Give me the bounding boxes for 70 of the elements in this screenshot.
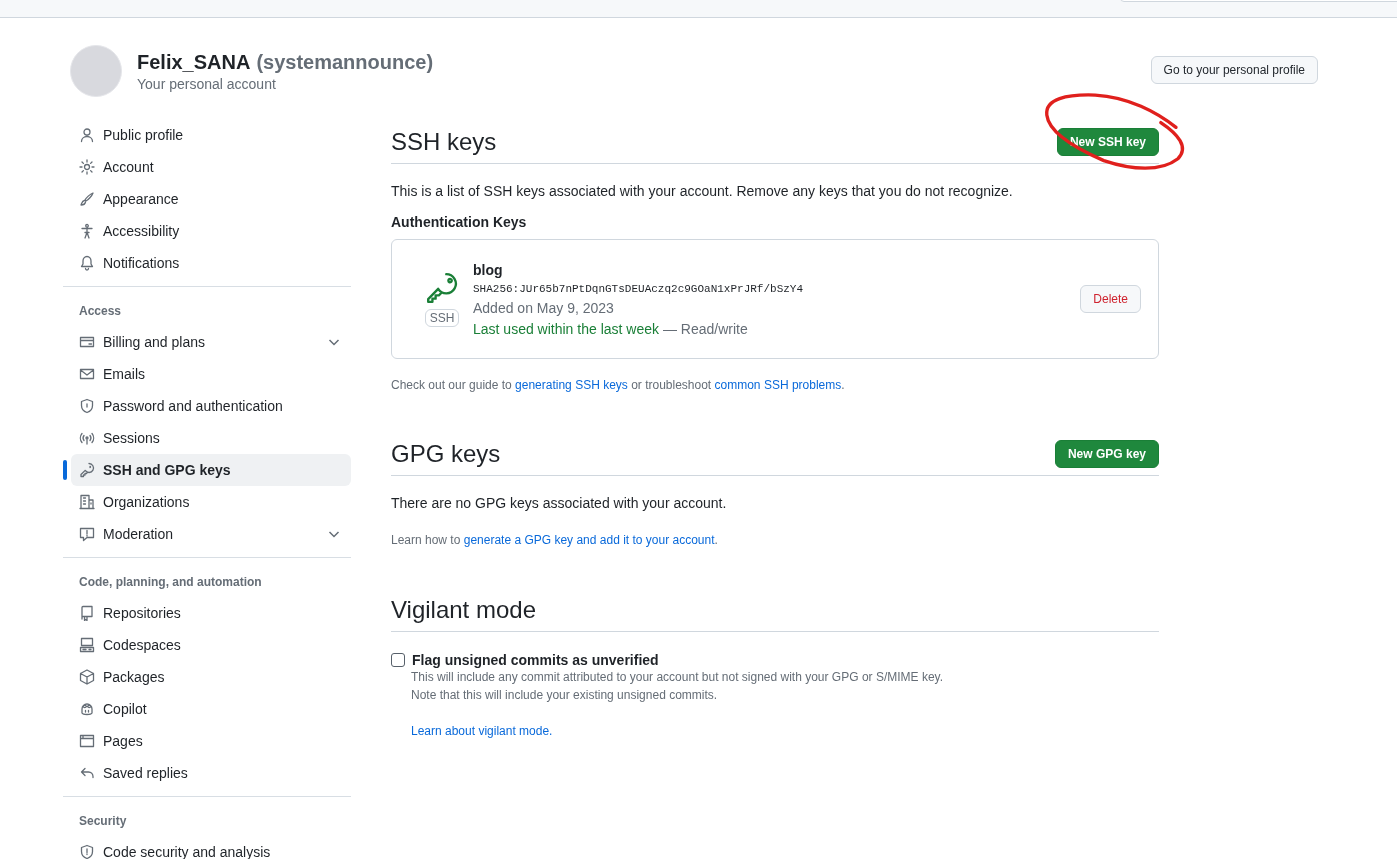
checkbox-label[interactable]: Flag unsigned commits as unverified: [412, 652, 659, 668]
bell-icon: [79, 255, 95, 271]
key-type-label: SSH: [424, 309, 460, 327]
browser-icon: [79, 733, 95, 749]
sidebar-item[interactable]: Accessibility: [71, 215, 351, 247]
guide-link[interactable]: generating SSH keys: [515, 378, 628, 392]
guide-text: Learn how to generate a GPG key and add it to your account.: [391, 533, 719, 547]
new-gpg-key-button[interactable]: New GPG key: [1054, 439, 1159, 468]
profile-button[interactable]: Go to your personal profile: [1150, 56, 1318, 84]
building-icon: [79, 494, 95, 510]
sidebar-item[interactable]: Notifications: [71, 247, 351, 279]
credit-card-icon: [79, 334, 95, 350]
sidebar-item[interactable]: Codespaces: [71, 629, 351, 661]
sidebar-item[interactable]: Account: [71, 151, 351, 183]
sidebar-item[interactable]: Appearance: [71, 183, 351, 215]
key-access: — Read/write: [662, 321, 748, 337]
user-login: (systemannounce): [256, 50, 434, 73]
reply-icon: [79, 765, 95, 781]
vigilant-link[interactable]: Learn about vigilant mode.: [411, 722, 553, 740]
sidebar-item[interactable]: Repositories: [71, 597, 351, 629]
envelope-icon: [79, 366, 95, 382]
avatar: [70, 45, 122, 97]
section-title: GPG keys: [391, 439, 501, 468]
note-text: This will include any commit attributed to your account but not signed with your GPG or S/MIME key.: [411, 669, 944, 686]
sidebar-item[interactable]: Packages: [71, 661, 351, 693]
key-added-date: Added on May 9, 2023: [473, 299, 615, 318]
section-heading: Access: [78, 303, 123, 320]
shield-icon: [79, 844, 95, 859]
shield-icon: [79, 398, 95, 414]
sidebar-item[interactable]: Password and authentication: [71, 390, 351, 422]
checkbox[interactable]: [391, 653, 405, 667]
broadcast-icon: [79, 430, 95, 446]
sidebar-item[interactable]: Emails: [71, 358, 351, 390]
note-text: Note that this will include your existing unsigned commits.: [411, 687, 719, 704]
selection-indicator: [63, 460, 67, 480]
sidebar-item[interactable]: Pages: [71, 725, 351, 757]
sidebar-item[interactable]: Public profile: [71, 119, 351, 151]
package-icon: [79, 669, 95, 685]
sidebar-item[interactable]: Organizations: [71, 486, 351, 518]
section-title: SSH keys: [391, 127, 497, 156]
sidebar-item[interactable]: Copilot: [71, 693, 351, 725]
section-heading: Security: [78, 813, 128, 830]
key-last-used: Last used within the last week: [473, 321, 659, 337]
paintbrush-icon: [79, 191, 95, 207]
empty-text: There are no GPG keys associated with your account.: [391, 494, 728, 513]
key-name: blog: [473, 261, 504, 280]
key-icon: [79, 462, 95, 478]
repository-icon: [79, 605, 95, 621]
accessibility-icon: [79, 223, 95, 239]
sidebar-item[interactable]: Billing and plans: [71, 326, 351, 358]
codespaces-icon: [79, 637, 95, 653]
subheading: Authentication Keys: [391, 213, 528, 232]
delete-button[interactable]: Delete: [1080, 285, 1141, 313]
guide-link[interactable]: generate a GPG key and add it to your account: [463, 533, 715, 547]
section-heading: Code, planning, and automation: [78, 574, 263, 591]
description-text: This is a list of SSH keys associated with your account. Remove any keys that you do not recognize.: [391, 182, 1014, 201]
sidebar-item[interactable]: Saved replies: [71, 757, 351, 789]
sidebar-item[interactable]: Sessions: [71, 422, 351, 454]
sidebar-item[interactable]: Moderation: [71, 518, 351, 550]
guide-text: Check out our guide to generating SSH keys or troubleshoot common SSH problems.: [391, 378, 846, 392]
report-icon: [79, 526, 95, 542]
section-title: Vigilant mode: [391, 595, 536, 624]
sidebar-item[interactable]: Code security and analysis: [71, 836, 351, 859]
copilot-icon: [79, 701, 95, 717]
account-subtitle: Your personal account: [137, 75, 277, 92]
user-name: Felix_SANA: [137, 50, 251, 73]
person-icon: [79, 127, 95, 143]
key-fingerprint: SHA256:JUr65b7nPtDqnGTsDEUAczq2c9GOaN1xPrJRf/bSzY4: [473, 282, 805, 297]
key-icon: [425, 271, 459, 305]
new-ssh-key-button[interactable]: New SSH key: [1056, 127, 1159, 156]
